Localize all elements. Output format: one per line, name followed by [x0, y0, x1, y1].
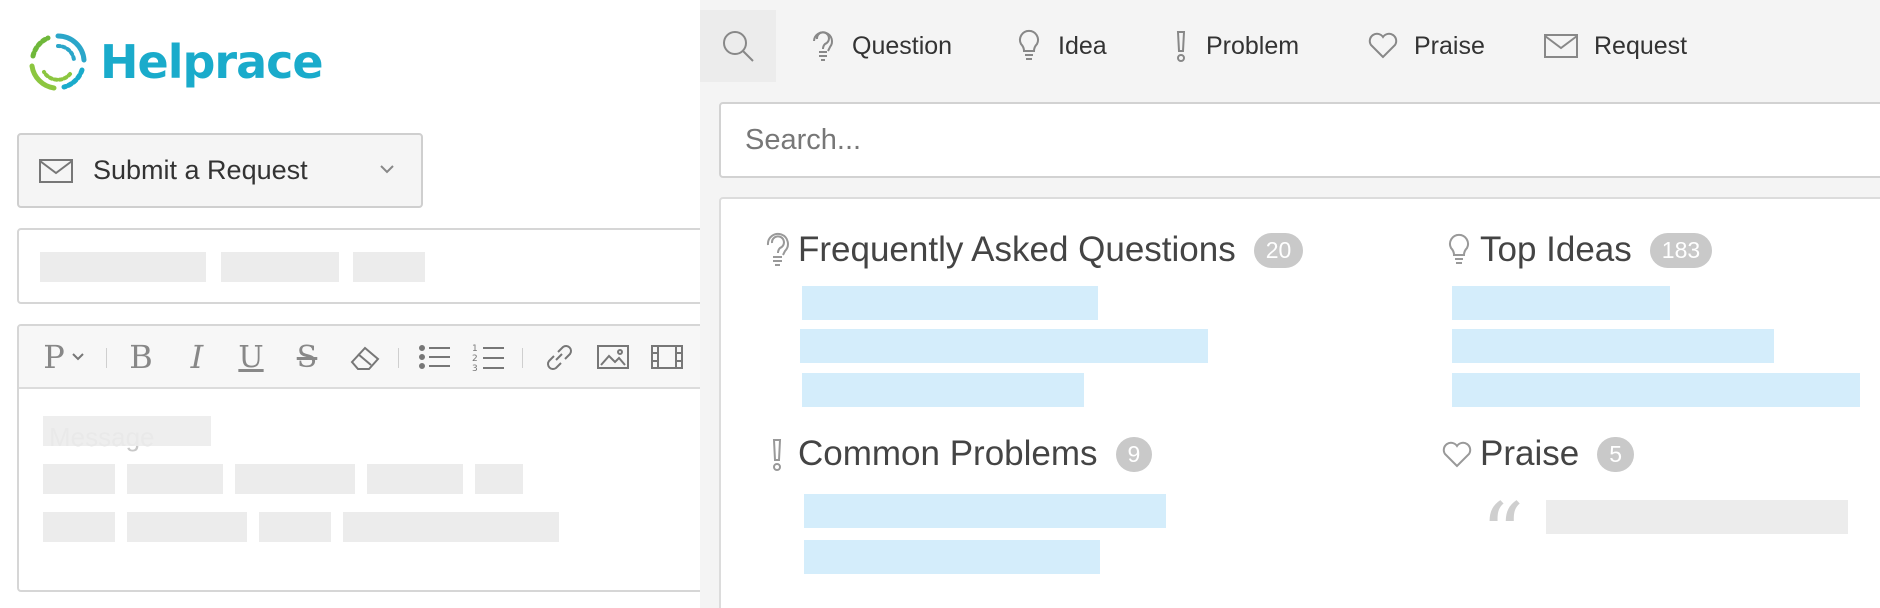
message-placeholder-block	[127, 464, 223, 494]
eraser-icon	[350, 346, 380, 370]
tab-search[interactable]	[700, 10, 776, 82]
faq-section-title[interactable]: Frequently Asked Questions 20	[764, 230, 1304, 270]
problems-title-text: Common Problems	[798, 434, 1098, 473]
praise-count-badge: 5	[1597, 436, 1635, 472]
lightbulb-icon	[1019, 29, 1039, 60]
underline-button[interactable]: U	[233, 340, 269, 375]
ideas-title-text: Top Ideas	[1480, 230, 1632, 269]
subject-field[interactable]	[17, 228, 717, 304]
brand-logo: Helprace	[26, 30, 324, 94]
helprace-ring-logo-icon	[29, 33, 87, 91]
tab-request-label: Request	[1594, 31, 1688, 60]
tab-praise[interactable]: Praise	[1368, 10, 1485, 82]
bold-button[interactable]: B	[123, 338, 159, 376]
image-icon	[597, 345, 629, 369]
bullet-list-button[interactable]	[415, 340, 455, 374]
message-placeholder-block	[367, 464, 463, 494]
lightbulb-icon	[1449, 233, 1469, 264]
praise-section-title[interactable]: Praise 5	[1442, 434, 1635, 474]
toolbar-divider	[522, 348, 523, 368]
faq-title-text: Frequently Asked Questions	[798, 230, 1236, 269]
tab-question-label: Question	[852, 31, 953, 60]
exclamation-icon	[1176, 31, 1186, 62]
ideas-link[interactable]	[1452, 329, 1774, 363]
search-input[interactable]	[719, 102, 1880, 178]
envelope-icon	[39, 158, 73, 183]
praise-quote-placeholder[interactable]	[1546, 500, 1848, 534]
paragraph-format-button[interactable]: P	[39, 338, 89, 376]
message-editor[interactable]: P B I U S 1 2 3	[17, 324, 717, 592]
problems-link[interactable]	[804, 540, 1100, 574]
problems-section-title[interactable]: Common Problems 9	[764, 434, 1153, 474]
ideas-section-title[interactable]: Top Ideas 183	[1446, 230, 1713, 270]
image-button[interactable]	[593, 340, 633, 374]
video-button[interactable]	[647, 340, 687, 374]
tab-request[interactable]: Request	[1544, 10, 1687, 82]
ideas-count-badge: 183	[1649, 232, 1713, 268]
exclamation-icon	[772, 439, 782, 471]
message-placeholder-block	[43, 512, 115, 542]
question-bulb-icon	[766, 232, 789, 266]
message-placeholder-block	[475, 464, 523, 494]
message-placeholder-block	[235, 464, 355, 494]
search-icon	[723, 31, 754, 62]
tab-problem-label: Problem	[1206, 31, 1300, 60]
ideas-link[interactable]	[1452, 286, 1670, 320]
heart-icon	[1442, 441, 1472, 468]
question-bulb-icon	[813, 31, 833, 61]
svg-text:3: 3	[472, 364, 478, 372]
faq-count-badge: 20	[1253, 232, 1304, 268]
toolbar-divider	[398, 348, 399, 368]
toolbar-divider	[106, 348, 107, 368]
message-placeholder-block	[343, 512, 559, 542]
ideas-link[interactable]	[1452, 373, 1860, 407]
tab-idea-label: Idea	[1058, 31, 1107, 60]
chevron-down-icon	[380, 165, 394, 174]
tab-problem[interactable]: Problem	[1172, 10, 1299, 82]
tab-praise-label: Praise	[1414, 31, 1485, 60]
faq-link[interactable]	[802, 373, 1084, 407]
subject-placeholder-block	[353, 252, 425, 282]
link-button[interactable]	[539, 340, 579, 374]
message-placeholder-block	[43, 464, 115, 494]
heart-icon	[1368, 32, 1398, 59]
praise-title-text: Praise	[1480, 434, 1580, 473]
link-icon	[547, 345, 572, 370]
list-numbered-icon: 1 2 3	[472, 344, 504, 372]
faq-link[interactable]	[800, 329, 1208, 363]
italic-button[interactable]: I	[179, 338, 215, 376]
request-form-panel: Helprace Submit a Request P B I U S 1 2 …	[0, 0, 717, 608]
numbered-list-button[interactable]: 1 2 3	[469, 340, 509, 374]
problems-count-badge: 9	[1115, 436, 1153, 472]
quote-icon: “	[1481, 485, 1524, 583]
submit-request-dropdown[interactable]: Submit a Request	[17, 133, 423, 208]
clear-format-button[interactable]	[345, 340, 385, 374]
tab-question[interactable]: Question	[810, 10, 952, 82]
problems-link[interactable]	[804, 494, 1166, 528]
strikethrough-button[interactable]: S	[289, 340, 325, 375]
editor-toolbar: P B I U S 1 2 3	[19, 326, 715, 389]
svg-text:1: 1	[472, 344, 478, 354]
message-placeholder-block	[259, 512, 331, 542]
brand-name: Helprace	[100, 35, 324, 89]
faq-link[interactable]	[802, 286, 1098, 320]
subject-placeholder-block	[221, 252, 339, 282]
list-bulleted-icon	[419, 345, 450, 369]
film-icon	[651, 345, 683, 369]
submit-request-label: Submit a Request	[93, 155, 308, 185]
subject-placeholder-block	[40, 252, 206, 282]
tab-idea[interactable]: Idea	[1016, 10, 1107, 82]
envelope-icon	[1544, 34, 1578, 58]
category-tabs: Question Idea Problem Praise Request	[700, 10, 1880, 82]
message-placeholder-block	[127, 512, 247, 542]
message-placeholder-block	[43, 416, 211, 446]
svg-text:2: 2	[472, 354, 478, 364]
chevron-down-icon	[72, 353, 84, 361]
